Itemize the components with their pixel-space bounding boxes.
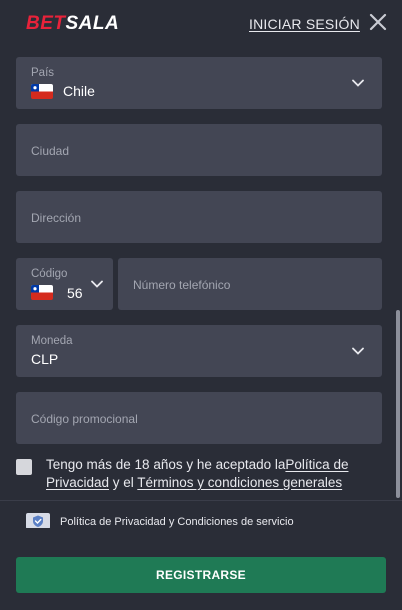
consent-text-middle: y el <box>109 475 138 490</box>
city-field[interactable]: Ciudad <box>16 124 382 176</box>
register-button[interactable]: REGISTRARSE <box>16 557 386 593</box>
close-icon[interactable] <box>368 12 388 32</box>
shield-document-icon <box>26 513 50 529</box>
currency-select[interactable]: Moneda CLP <box>16 325 382 377</box>
phone-code-select[interactable]: Código 56 <box>16 258 113 310</box>
scrollbar-thumb[interactable] <box>396 310 400 498</box>
promo-code-field[interactable]: Código promocional <box>16 392 382 444</box>
consent-text: Tengo más de 18 años y he aceptado laPol… <box>46 456 376 492</box>
chevron-down-icon <box>91 280 103 288</box>
terms-link[interactable]: Términos y condiciones generales <box>137 475 342 490</box>
chile-flag-icon <box>31 285 53 300</box>
chevron-down-icon <box>352 79 364 87</box>
betsala-logo[interactable]: BETSALA <box>26 13 119 35</box>
address-field[interactable]: Dirección <box>16 191 382 243</box>
currency-value: CLP <box>31 351 59 367</box>
promo-code-placeholder: Código promocional <box>31 412 138 426</box>
chevron-down-icon <box>352 347 364 355</box>
city-placeholder: Ciudad <box>31 144 70 158</box>
header: BETSALA INICIAR SESIÓN <box>0 0 402 48</box>
phone-number-placeholder: Número telefónico <box>133 278 231 292</box>
divider <box>0 500 402 501</box>
logo-bet: BET <box>26 13 66 34</box>
logo-sala: SALA <box>65 13 120 34</box>
chile-flag-icon <box>31 84 53 99</box>
address-placeholder: Dirección <box>31 211 82 225</box>
phone-code-label: Código <box>31 268 68 280</box>
country-label: País <box>31 67 55 79</box>
phone-code-value: 56 <box>67 285 83 301</box>
policy-notice[interactable]: Política de Privacidad y Condiciones de … <box>60 516 294 528</box>
login-link[interactable]: INICIAR SESIÓN <box>249 16 360 32</box>
country-select[interactable]: País Chile <box>16 57 382 109</box>
age-terms-checkbox[interactable] <box>16 459 32 475</box>
country-value: Chile <box>63 83 95 99</box>
phone-number-field[interactable]: Número telefónico <box>118 258 382 310</box>
currency-label: Moneda <box>31 335 73 347</box>
consent-text-before: Tengo más de 18 años y he aceptado la <box>46 457 286 472</box>
